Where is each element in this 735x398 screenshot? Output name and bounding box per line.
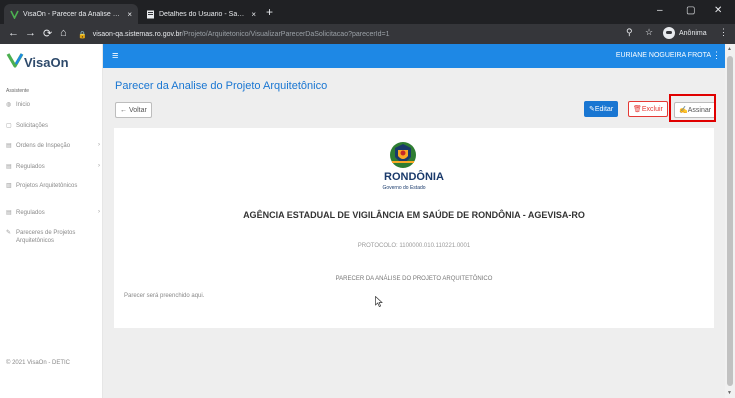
agency-heading: AGÊNCIA ESTADUAL DE VIGILÂNCIA EM SAÚDE … bbox=[243, 210, 585, 220]
chevron-right-icon: › bbox=[98, 142, 100, 148]
sidebar: VisaOn Assistente ◍ Inicio ▢ Solicitaçõe… bbox=[0, 44, 103, 398]
document-card: RONDÔNIA Governo do Estado AGÊNCIA ESTAD… bbox=[114, 128, 714, 328]
home-icon[interactable]: ⌂ bbox=[60, 27, 67, 39]
page-favicon-icon bbox=[146, 10, 155, 19]
close-tab-icon[interactable]: × bbox=[251, 10, 256, 19]
edit-button[interactable]: ✎Editar bbox=[584, 101, 619, 117]
back-arrow-icon[interactable]: ← bbox=[8, 27, 19, 39]
url-path: /Projeto/Arquitetonico/VisualizarParecer… bbox=[181, 31, 390, 38]
document-icon: ▤ bbox=[6, 164, 12, 170]
incognito-indicator[interactable]: Anônima bbox=[663, 27, 707, 39]
building-icon: ▥ bbox=[6, 183, 12, 189]
incognito-label: Anônima bbox=[679, 29, 707, 37]
close-window-icon[interactable]: ✕ bbox=[714, 5, 722, 16]
new-tab-button[interactable]: + bbox=[266, 5, 273, 19]
sidebar-item-inicio[interactable]: ◍ Inicio bbox=[6, 101, 100, 109]
protocol-number: PROTOCOLO: 1100000.010.110221.0001 bbox=[357, 243, 471, 249]
mouse-cursor-icon bbox=[375, 296, 383, 307]
minimize-icon[interactable]: – bbox=[657, 5, 663, 16]
home-icon: ◍ bbox=[6, 102, 12, 108]
visaon-favicon-icon bbox=[10, 10, 19, 20]
sidebar-item-label: Pareceres de Projetos Arquitetônicos bbox=[16, 230, 76, 244]
document-icon: ▤ bbox=[6, 143, 12, 149]
main-content: Parecer da Analise do Projeto Arquitetôn… bbox=[103, 68, 725, 398]
scroll-down-icon[interactable]: ▼ bbox=[727, 390, 732, 396]
scroll-up-icon[interactable]: ▲ bbox=[727, 46, 732, 52]
reload-icon[interactable]: ⟳ bbox=[43, 27, 52, 40]
browser-menu-icon[interactable]: ⋮ bbox=[719, 27, 728, 38]
bookmark-star-icon[interactable]: ☆ bbox=[645, 27, 653, 38]
sidebar-section-title: Assistente bbox=[6, 88, 30, 94]
app-header: ≡ EURIANE NOGUEIRA FROTA ⋮ bbox=[103, 44, 725, 68]
incognito-icon bbox=[663, 27, 675, 39]
forward-arrow-icon[interactable]: → bbox=[25, 27, 36, 39]
tab-title: Detalhes do Usuario - Sauron.Gr bbox=[159, 10, 248, 18]
sidebar-item-label: Solicitações bbox=[16, 123, 49, 129]
hamburger-menu-icon[interactable]: ≡ bbox=[112, 50, 118, 62]
state-coat-of-arms-icon bbox=[390, 142, 416, 168]
user-menu-icon[interactable]: ⋮ bbox=[712, 50, 721, 61]
sign-button-highlight-box bbox=[669, 94, 716, 122]
lock-icon: 🔒 bbox=[78, 31, 87, 39]
browser-tab-active[interactable]: VisaOn - Parecer da Analise do P × bbox=[4, 4, 138, 24]
document-icon: ▤ bbox=[6, 210, 12, 216]
chevron-right-icon: › bbox=[98, 163, 100, 169]
government-label: Governo do Estado bbox=[382, 185, 426, 191]
parecer-body-text: Parecer será preenchido aqui. bbox=[124, 293, 205, 299]
sidebar-item-regulados[interactable]: ▤ Regulados › bbox=[6, 163, 100, 171]
browser-tab-inactive[interactable]: Detalhes do Usuario - Sauron.Gr × bbox=[140, 4, 262, 24]
footer-copyright: © 2021 VisaOn - DETIC bbox=[6, 360, 71, 366]
page-scrollbar[interactable]: ▲ ▼ bbox=[725, 44, 735, 398]
tab-title: VisaOn - Parecer da Analise do P bbox=[23, 10, 124, 18]
sidebar-item-label: Projetos Arquitetônicos bbox=[16, 183, 78, 189]
back-button[interactable]: ← Voltar bbox=[115, 102, 152, 118]
sidebar-item-regulados-2[interactable]: ▤ Regulados › bbox=[6, 209, 100, 217]
delete-button[interactable]: 🗑Excluir bbox=[628, 101, 668, 117]
scrollbar-thumb[interactable] bbox=[727, 56, 733, 386]
chevron-right-icon: › bbox=[98, 209, 100, 215]
sidebar-item-pareceres[interactable]: ✎ Pareceres de Projetos Arquitetônicos bbox=[6, 229, 100, 245]
sidebar-item-label: Regulados bbox=[16, 164, 45, 170]
sidebar-item-label: Inicio bbox=[16, 102, 31, 108]
state-name: RONDÔNIA bbox=[384, 171, 444, 183]
sidebar-item-solicitacoes[interactable]: ▢ Solicitações bbox=[6, 122, 100, 130]
maximize-icon[interactable]: ▢ bbox=[686, 5, 695, 16]
app-logo-text: VisaOn bbox=[24, 55, 69, 70]
sidebar-item-projetos-arquitetonicos[interactable]: ▥ Projetos Arquitetônicos bbox=[6, 182, 100, 190]
calendar-icon: ▢ bbox=[6, 123, 12, 129]
address-bar[interactable]: 🔒 visaon-qa.sistemas.ro.gov.br /Projeto/… bbox=[78, 27, 648, 42]
browser-toolbar: ← → ⟳ ⌂ 🔒 visaon-qa.sistemas.ro.gov.br /… bbox=[0, 24, 735, 44]
zoom-icon[interactable]: ⚲ bbox=[626, 27, 633, 38]
page-title: Parecer da Analise do Projeto Arquitetôn… bbox=[115, 80, 328, 92]
sidebar-item-label: Ordens de Inspeção bbox=[16, 143, 71, 149]
document-title: PARECER DA ANÁLISE DO PROJETO ARQUITETÔN… bbox=[335, 276, 493, 282]
sidebar-item-ordens-de-inspecao[interactable]: ▤ Ordens de Inspeção › bbox=[6, 142, 100, 150]
sidebar-item-label: Regulados bbox=[16, 210, 45, 216]
app-logo[interactable]: VisaOn bbox=[6, 52, 69, 73]
visaon-logo-icon bbox=[6, 52, 24, 73]
user-name[interactable]: EURIANE NOGUEIRA FROTA bbox=[616, 52, 711, 59]
pen-icon: ✎ bbox=[6, 230, 12, 236]
close-tab-icon[interactable]: × bbox=[127, 10, 132, 19]
browser-tab-strip: VisaOn - Parecer da Analise do P × Detal… bbox=[0, 0, 735, 24]
url-host: visaon-qa.sistemas.ro.gov.br bbox=[92, 31, 182, 38]
